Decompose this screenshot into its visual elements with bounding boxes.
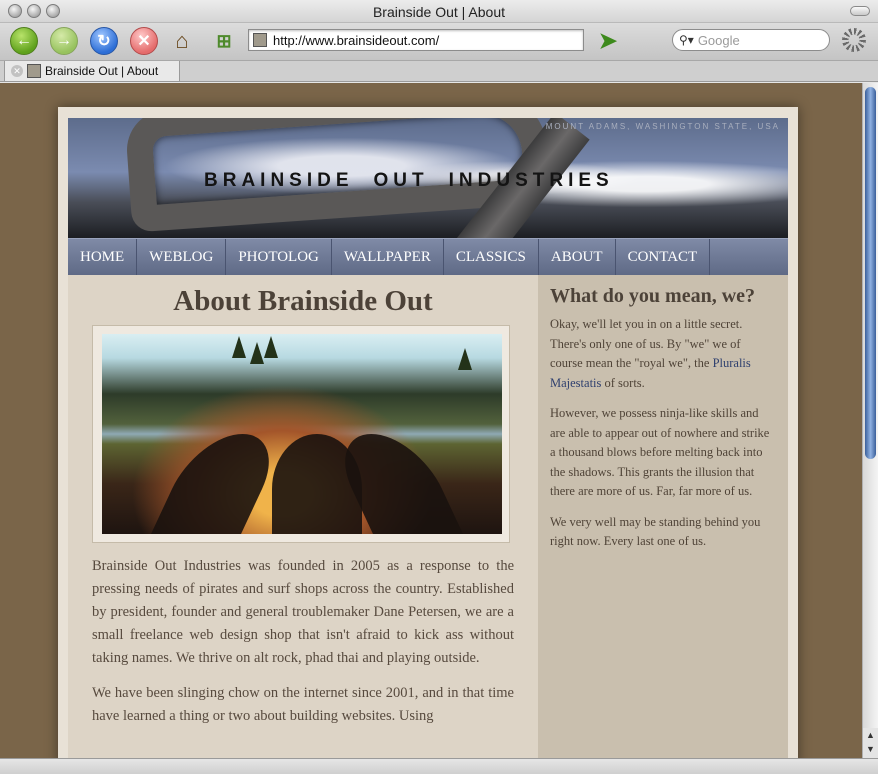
home-icon: ⌂ — [175, 28, 189, 53]
scrollbar-thumb[interactable] — [865, 87, 876, 459]
status-bar — [0, 758, 878, 774]
toolbar-toggle-button[interactable] — [850, 6, 870, 16]
browser-toolbar: ← → ↻ ✕ ⌂ ⊞ http://www.brainsideout.com/… — [0, 23, 878, 219]
about-paragraph-1: Brainside Out Industries was founded in … — [92, 558, 514, 666]
nav-contact[interactable]: CONTACT — [616, 239, 711, 275]
back-arrow-icon: ← — [16, 32, 32, 49]
brand-word-3: INDUSTRIES — [448, 170, 614, 191]
site-favicon-icon — [253, 33, 267, 47]
stop-icon: ✕ — [137, 33, 151, 50]
reload-button[interactable]: ↻ — [90, 27, 118, 55]
sidebar-paragraph-1: Okay, we'll let you in on a little secre… — [550, 315, 772, 393]
bookmark-button[interactable]: ➤ — [594, 27, 622, 55]
search-input[interactable] — [697, 32, 818, 48]
forward-arrow-icon: → — [56, 32, 72, 49]
back-button[interactable]: ← — [10, 27, 38, 55]
about-photo — [102, 334, 502, 534]
about-paragraph-2: We have been slinging chow on the intern… — [92, 685, 514, 724]
brand-word-1: BRAINSIDE — [204, 170, 354, 191]
sidebar-p1-tail: of sorts. — [601, 375, 645, 390]
site-header-banner: MOUNT ADAMS, WASHINGTON STATE, USA BRAIN… — [68, 118, 788, 238]
window-title: Brainside Out | About — [372, 4, 506, 20]
sidebar-title: What do you mean, we? — [550, 285, 756, 307]
tab-label: Brainside Out | About — [45, 64, 159, 78]
search-icon: ⚲▾ — [679, 33, 694, 47]
reload-icon: ↻ — [97, 33, 111, 50]
sidebar-paragraph-3: We very well may be standing behind you … — [550, 514, 761, 549]
sidebar: What do you mean, we? Okay, we'll let yo… — [538, 275, 788, 758]
sidebar-paragraph-2: However, we possess ninja-like skills an… — [550, 406, 770, 498]
bookmark-icon: ➤ — [598, 28, 618, 53]
vertical-scrollbar[interactable]: ▲ ▼ — [862, 83, 878, 758]
nav-about[interactable]: ABOUT — [539, 239, 616, 275]
stop-button[interactable]: ✕ — [130, 27, 158, 55]
brand-word-2: OUT — [373, 170, 429, 191]
nav-home[interactable]: HOME — [68, 239, 138, 275]
address-bar-url[interactable]: http://www.brainsideout.com/ — [273, 33, 439, 48]
main-content: About Brainside Out Brainside Out Indust… — [68, 275, 538, 758]
main-nav: HOME WEBLOG PHOTOLOG WALLPAPER CLASSICS … — [68, 238, 788, 275]
tab-about[interactable]: ✕ Brainside Out | About — [4, 61, 180, 82]
tab-favicon-icon — [27, 64, 41, 78]
window-titlebar: Brainside Out | About — [0, 0, 878, 23]
address-bar[interactable]: http://www.brainsideout.com/ — [248, 29, 584, 51]
search-box[interactable]: ⚲▾ — [672, 29, 830, 51]
add-bookmark-icon: ⊞ — [216, 30, 232, 51]
page-title: About Brainside Out — [173, 285, 433, 317]
scroll-arrow-buttons[interactable]: ▲ ▼ — [863, 728, 878, 758]
site-logo[interactable]: BRAINSIDE OUT INDUSTRIES — [204, 170, 614, 192]
about-body-text: Brainside Out Industries was founded in … — [92, 555, 514, 740]
nav-photolog[interactable]: PHOTOLOG — [226, 239, 332, 275]
nav-weblog[interactable]: WEBLOG — [137, 239, 227, 275]
nav-classics[interactable]: CLASSICS — [444, 239, 539, 275]
tab-close-icon[interactable]: ✕ — [11, 65, 23, 77]
tab-bar: ✕ Brainside Out | About — [0, 60, 878, 82]
sidebar-text: Okay, we'll let you in on a little secre… — [550, 315, 772, 563]
home-button[interactable]: ⌂ — [168, 27, 196, 55]
header-location-tagline: MOUNT ADAMS, WASHINGTON STATE, USA — [545, 122, 780, 131]
web-viewport: MOUNT ADAMS, WASHINGTON STATE, USA BRAIN… — [0, 83, 862, 758]
page-container: MOUNT ADAMS, WASHINGTON STATE, USA BRAIN… — [58, 107, 798, 758]
loading-spinner-icon — [842, 28, 866, 52]
add-bookmark-button[interactable]: ⊞ — [210, 27, 238, 55]
forward-button[interactable]: → — [50, 27, 78, 55]
nav-wallpaper[interactable]: WALLPAPER — [332, 239, 444, 275]
about-photo-frame — [92, 325, 510, 543]
